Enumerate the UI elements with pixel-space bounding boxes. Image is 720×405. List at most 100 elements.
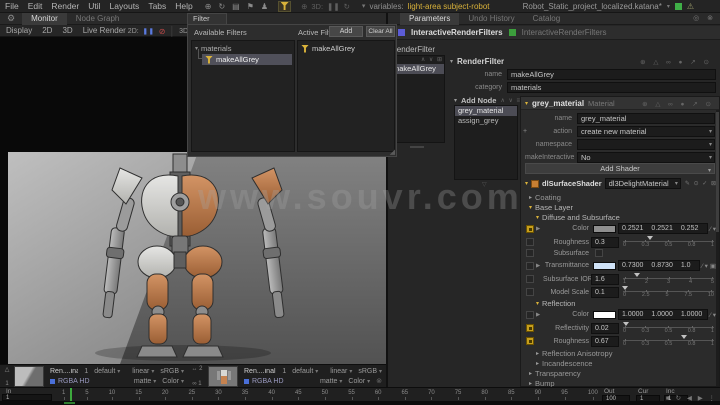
model-scale-slider[interactable]: 02.557.510 — [623, 286, 714, 298]
color-edit-icons[interactable]: ∕ ▾ — [702, 262, 708, 270]
tab-node-graph[interactable]: Node Graph — [67, 13, 129, 25]
2d-pause-icon[interactable]: ❚❚ — [143, 28, 155, 35]
filter-window-title[interactable]: Filter — [187, 13, 227, 24]
surface-shader-row[interactable]: ▾ dlSurfaceShader dl3DelightMaterial▾ ✎ … — [525, 178, 717, 189]
clear-all-button[interactable]: Clear All — [366, 26, 395, 37]
display-dropdown[interactable]: sRGB ▾ — [358, 368, 382, 375]
list-toolbar-icons[interactable]: ∧ ∨ ⊞ — [421, 56, 443, 63]
interactive-render-filter-button[interactable] — [278, 1, 291, 12]
user-icon[interactable]: ♟ — [261, 2, 268, 11]
panel-header-icons[interactable]: ⊕ △ ∞ ● ↗ ⊙ — [642, 100, 714, 108]
expander-icon[interactable]: ▾ — [454, 97, 457, 104]
graph-state-variables[interactable]: ▾ variables: light-area subject-robot — [362, 2, 490, 11]
monitor-control[interactable]: 3D — [62, 26, 72, 35]
slider-handle[interactable] — [634, 273, 640, 277]
tab-undo-history[interactable]: Undo History — [459, 13, 523, 25]
material-name-field[interactable]: grey_material — [577, 113, 715, 124]
shader-action-icons[interactable]: ✎ ⊙ ✓ ⊠ — [685, 180, 717, 187]
color-swatch[interactable] — [593, 311, 616, 319]
active-filters-list[interactable]: makeAllGrey — [297, 40, 395, 152]
enabled-checkbox[interactable] — [526, 262, 534, 270]
active-filter-item[interactable]: makeAllGrey — [301, 44, 355, 53]
crosshair-icon[interactable]: ⊕ — [205, 2, 212, 11]
enabled-checkbox[interactable] — [526, 249, 534, 257]
model-scale-input[interactable]: 0.1 — [591, 287, 619, 298]
render-thumbnail[interactable] — [14, 366, 44, 387]
expander-icon[interactable]: ▾ — [525, 180, 528, 187]
catalog-entry[interactable]: Ren....inal 1 default ▾ linear ▾ sRGB ▾ … — [208, 366, 384, 387]
enabled-checkbox[interactable] — [526, 288, 534, 296]
slider-handle[interactable] — [681, 335, 687, 339]
enabled-checkbox[interactable] — [526, 275, 534, 283]
expanded-arrow-icon[interactable]: ▾ — [536, 300, 539, 307]
renderfilter-list-item[interactable]: makeAllGrey — [391, 64, 444, 74]
section-diffuse[interactable]: ▾ Diffuse and Subsurface — [536, 213, 620, 222]
gear-icon[interactable]: ⚙ — [0, 13, 22, 24]
roughness-input[interactable]: 0.3 — [591, 237, 619, 248]
monitor-control[interactable]: Live Render — [83, 26, 126, 35]
category-field[interactable]: materials — [507, 82, 716, 93]
section-incandescence[interactable]: ▸ Incandescence — [536, 359, 592, 368]
close-icon[interactable]: ⊗ — [376, 377, 382, 385]
reflectivity-input[interactable]: 0.02 — [591, 323, 619, 334]
enabled-checkbox[interactable] — [526, 225, 534, 233]
matte-dropdown[interactable]: matte ▾ — [134, 378, 156, 385]
menu-item[interactable]: Layouts — [110, 1, 140, 11]
collapsed-arrow-icon[interactable]: ▸ — [529, 380, 532, 387]
reflection-roughness-input[interactable]: 0.67 — [591, 336, 619, 347]
add-node-list[interactable]: grey_material assign_grey — [454, 105, 518, 180]
variables-value[interactable]: light-area subject-robot — [408, 2, 490, 11]
add-filter-button[interactable]: Add — [329, 26, 363, 37]
view-dropdown[interactable]: Color ▾ — [162, 378, 184, 385]
collapsed-arrow-icon[interactable]: ▸ — [529, 370, 532, 377]
menu-item[interactable]: File — [5, 1, 19, 11]
section-transparency[interactable]: ▸ Transparency — [529, 369, 581, 378]
roughness-slider[interactable]: 00.30.50.81 — [623, 236, 714, 248]
flag-icon[interactable]: ⚑ — [247, 2, 254, 11]
subsurface-checkbox[interactable] — [595, 249, 603, 257]
material-header[interactable]: ▾ grey_material Material ⊕ △ ∞ ● ↗ ⊙ — [521, 97, 719, 110]
filter-tree-item-selected[interactable]: makeAllGrey — [202, 54, 292, 65]
scrollbar[interactable] — [716, 110, 719, 386]
grid-icon[interactable]: ▤ — [232, 2, 240, 11]
renderfilter-header[interactable]: ▾ RenderFilter — [450, 57, 504, 66]
collapsed-arrow-icon[interactable]: ▸ — [536, 350, 539, 357]
enabled-checkbox[interactable] — [526, 238, 534, 246]
in-frame-field[interactable]: 1 — [2, 394, 52, 401]
panel-header-icons[interactable]: ⊕ △ ∞ ● ↗ ⊙ — [640, 58, 712, 66]
monitor-control[interactable]: Display — [6, 26, 32, 35]
menu-item[interactable]: Tabs — [148, 1, 166, 11]
available-filters-list[interactable]: ▾ materials makeAllGrey — [191, 40, 295, 152]
menu-item[interactable]: Edit — [28, 1, 43, 11]
render-loop-icon[interactable]: ↻ — [344, 2, 350, 11]
pass-dropdown[interactable]: default ▾ — [292, 368, 318, 375]
refresh-icon[interactable]: ↻ — [218, 2, 225, 11]
catalog-entry[interactable]: Ren....inal 1 default ▾ linear ▾ sRGB ▾ … — [14, 366, 186, 387]
tab-parameters[interactable]: Parameters — [400, 13, 459, 25]
enabled-checkbox[interactable] — [526, 324, 534, 332]
slider-handle[interactable] — [647, 236, 653, 240]
reflection-roughness-slider[interactable]: 00.30.50.81 — [623, 335, 714, 347]
tab-monitor[interactable]: Monitor — [22, 13, 67, 25]
node-list-item[interactable]: grey_material — [455, 106, 517, 116]
reflection-color-values[interactable]: 1.0000 1.0000 1.0000 — [618, 309, 708, 320]
enabled-checkbox[interactable] — [526, 311, 534, 319]
view-dropdown[interactable]: Color ▾ — [348, 378, 370, 385]
color-swatch[interactable] — [593, 225, 616, 233]
inactive-node-label[interactable]: InteractiveRenderFilters — [522, 28, 607, 37]
shader-dropdown[interactable]: dl3DelightMaterial▾ — [605, 178, 681, 189]
section-coating[interactable]: ▸ Coating — [529, 193, 561, 202]
menu-item[interactable]: Help — [175, 1, 192, 11]
transmittance-values[interactable]: 0.7300 0.8730 1.0 — [618, 260, 700, 271]
make-interactive-dropdown[interactable]: No▾ — [577, 152, 715, 163]
expanded-arrow-icon[interactable]: ▾ — [536, 214, 539, 221]
renderfilter-list[interactable]: ∧ ∨ ⊞ makeAllGrey — [390, 55, 445, 143]
reflectivity-slider[interactable]: 00.30.50.81 — [623, 322, 714, 334]
namespace-dropdown[interactable]: ▾ — [577, 139, 715, 150]
expander-icon[interactable]: ▾ — [525, 100, 528, 107]
colorspace-dropdown[interactable]: linear ▾ — [132, 368, 154, 375]
expanded-arrow-icon[interactable]: ▾ — [529, 204, 532, 211]
section-reflection-anisotropy[interactable]: ▸ Reflection Anisotropy — [536, 349, 612, 358]
colorspace-dropdown[interactable]: linear ▾ — [330, 368, 352, 375]
section-base-layer[interactable]: ▾ Base Layer — [529, 203, 573, 212]
